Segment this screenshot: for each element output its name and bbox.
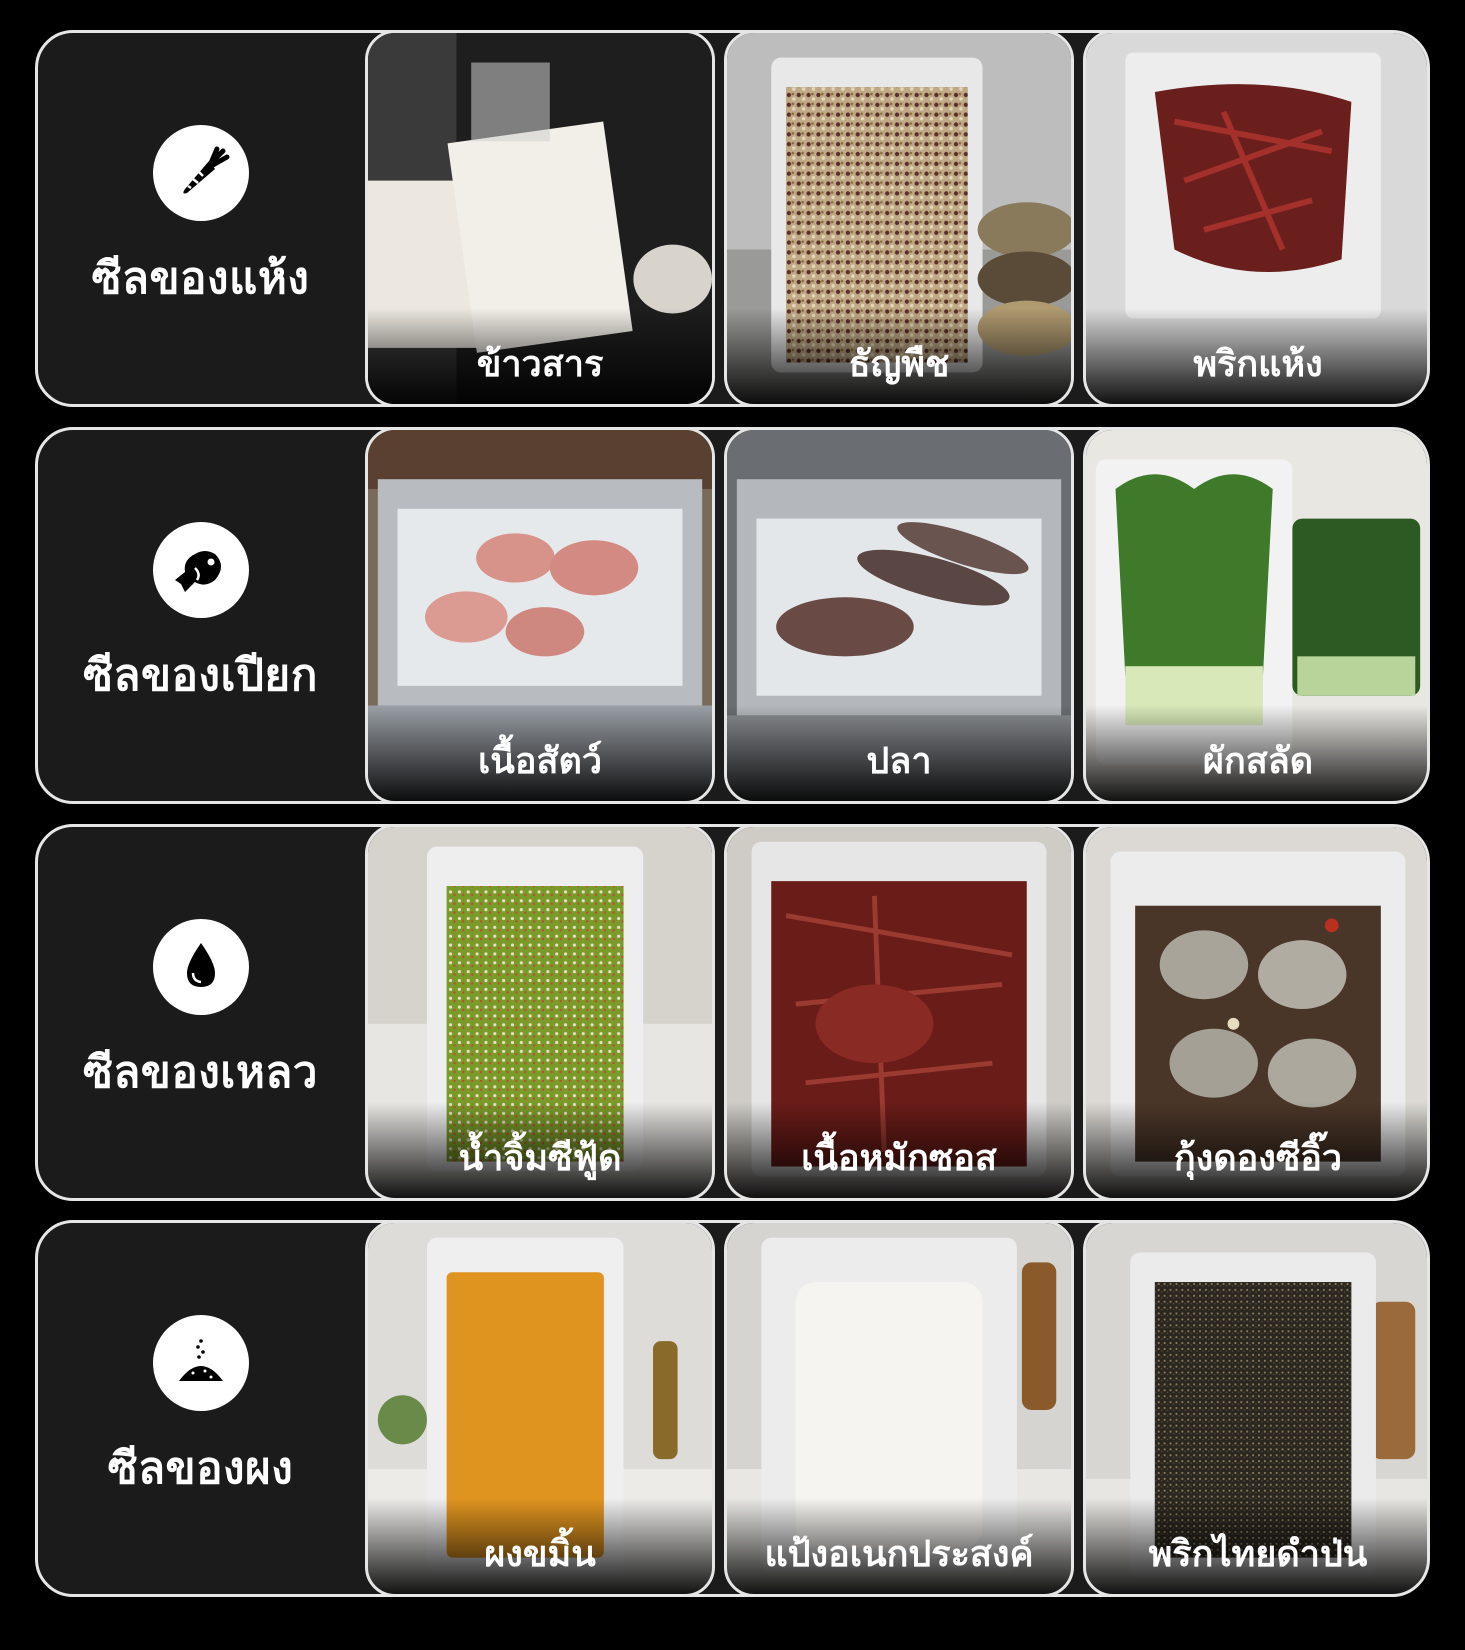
- rice-vacuum-pack-photo: ข้าวสาร: [365, 33, 715, 404]
- item-label: พริกแห้ง: [1193, 344, 1323, 385]
- item-label: ผักสลัด: [1202, 741, 1314, 782]
- category-row-wet: ซีลของเปียก เนื้อสัตว์ ปลา ผักสลัด: [35, 427, 1430, 804]
- meat-in-vacuum-machine-photo: เนื้อสัตว์: [365, 430, 715, 801]
- powder-pile-icon: [152, 1314, 249, 1411]
- marinated-beef-vacuum-pack-photo: เนื้อหมักซอส: [724, 827, 1074, 1198]
- item-label: เนื้อสัตว์: [477, 741, 603, 782]
- water-drop-icon: [152, 918, 249, 1015]
- category-label: ซีลของเหลว: [82, 1046, 319, 1098]
- soy-pickled-shrimp-vacuum-pack-photo: กุ้งดองซีอิ๊ว: [1083, 827, 1427, 1198]
- turmeric-powder-vacuum-pack-photo: ผงขมิ้น: [365, 1223, 715, 1594]
- ground-black-pepper-vacuum-pack-photo: พริกไทยดำป่น: [1083, 1223, 1427, 1594]
- carrot-icon: [152, 124, 249, 221]
- category-powder: ซีลของผง: [38, 1223, 363, 1594]
- category-liquid: ซีลของเหลว: [38, 827, 363, 1198]
- seafood-sauce-vacuum-pack-photo: น้ำจิ้มซีฟู้ด: [365, 827, 715, 1198]
- category-label: ซีลของแห้ง: [91, 252, 310, 304]
- category-row-dry: ซีลของแห้ง ข้าวสาร ธัญพืช พริกแห้ง: [35, 30, 1430, 407]
- page: ซีลของแห้ง ข้าวสาร ธัญพืช พริกแห้ง ซีลขอ…: [0, 0, 1465, 1650]
- item-label: ธัญพืช: [848, 344, 950, 385]
- item-label: พริกไทยดำป่น: [1148, 1534, 1368, 1575]
- flour-vacuum-pack-photo: แป้งอเนกประสงค์: [724, 1223, 1074, 1594]
- fish-icon: [152, 521, 249, 618]
- item-label: ผงขมิ้น: [484, 1534, 596, 1575]
- item-label: น้ำจิ้มซีฟู้ด: [458, 1138, 622, 1179]
- category-label: ซีลของเปียก: [83, 649, 318, 701]
- grains-vacuum-pack-photo: ธัญพืช: [724, 33, 1074, 404]
- category-wet: ซีลของเปียก: [38, 430, 363, 801]
- item-label: แป้งอเนกประสงค์: [764, 1534, 1034, 1575]
- fish-in-vacuum-machine-photo: ปลา: [724, 430, 1074, 801]
- category-row-powder: ซีลของผง ผงขมิ้น แป้งอเนกประสงค์ พริกไทย…: [35, 1220, 1430, 1597]
- item-label: ปลา: [866, 741, 932, 782]
- category-label: ซีลของผง: [107, 1442, 294, 1494]
- item-label: เนื้อหมักซอส: [801, 1138, 997, 1179]
- dried-chili-vacuum-pack-photo: พริกแห้ง: [1083, 33, 1427, 404]
- item-label: ข้าวสาร: [476, 344, 604, 385]
- category-dry: ซีลของแห้ง: [38, 33, 363, 404]
- item-label: กุ้งดองซีอิ๊ว: [1173, 1138, 1343, 1179]
- category-row-liquid: ซีลของเหลว น้ำจิ้มซีฟู้ด เนื้อหมักซอส กุ…: [35, 824, 1430, 1201]
- lettuce-vacuum-pack-photo: ผักสลัด: [1083, 430, 1427, 801]
